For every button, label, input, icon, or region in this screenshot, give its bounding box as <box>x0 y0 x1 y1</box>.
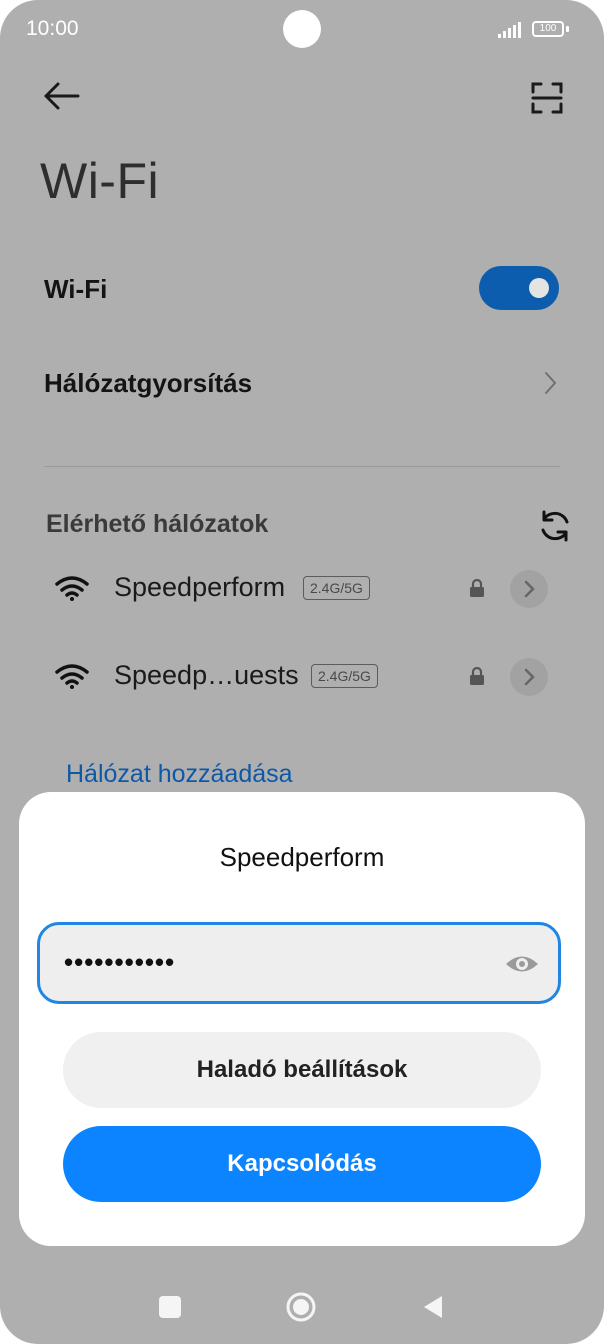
network-details-button[interactable] <box>510 658 548 696</box>
refresh-icon[interactable] <box>537 508 573 544</box>
chevron-right-icon <box>524 668 535 686</box>
password-dialog: Speedperform ••••••••••• Haladó beállítá… <box>19 792 585 1246</box>
chevron-right-icon <box>524 580 535 598</box>
phone-screen: 10:00 100 Wi-Fi Wi-Fi Hálózatgyorsítás E… <box>0 0 604 1344</box>
back-triangle-icon[interactable] <box>420 1293 446 1321</box>
lock-icon <box>470 578 484 597</box>
arrow-left-icon[interactable] <box>40 78 84 114</box>
toggle-knob <box>529 278 549 298</box>
home-circle-icon[interactable] <box>285 1291 317 1323</box>
available-networks-heading: Elérhető hálózatok <box>46 510 269 538</box>
wifi-signal-icon <box>55 664 89 689</box>
qr-scan-icon[interactable] <box>527 78 567 118</box>
page-title: Wi-Fi <box>40 153 160 209</box>
signal-bars-icon <box>498 22 521 38</box>
add-network-link[interactable]: Hálózat hozzáadása <box>66 760 293 789</box>
lock-icon <box>470 666 484 685</box>
advanced-settings-button[interactable]: Haladó beállítások <box>63 1032 541 1108</box>
network-details-button[interactable] <box>510 570 548 608</box>
connect-button[interactable]: Kapcsolódás <box>63 1126 541 1202</box>
dialog-title: Speedperform <box>219 842 385 872</box>
recents-square-icon[interactable] <box>159 1296 181 1318</box>
section-divider <box>44 466 560 467</box>
network-acceleration-item[interactable]: Hálózatgyorsítás <box>44 368 252 399</box>
password-value: ••••••••••• <box>64 947 176 977</box>
network-item[interactable]: Speedperform 2.4G/5G <box>0 560 604 620</box>
network-item[interactable]: Speedp…uests 2.4G/5G <box>0 648 604 708</box>
wifi-toggle-label: Wi-Fi <box>44 274 108 304</box>
band-badge: 2.4G/5G <box>303 576 370 600</box>
wifi-signal-icon <box>55 576 89 601</box>
front-camera <box>283 10 321 48</box>
password-input[interactable]: ••••••••••• <box>37 922 561 1004</box>
status-time: 10:00 <box>26 17 79 40</box>
eye-icon[interactable] <box>504 949 540 979</box>
band-badge: 2.4G/5G <box>311 664 378 688</box>
wifi-toggle[interactable] <box>479 266 559 310</box>
network-name: Speedperform <box>114 572 286 602</box>
battery-nub <box>566 26 569 32</box>
network-name: Speedp…uests <box>114 660 299 690</box>
battery-indicator: 100 <box>532 21 564 37</box>
chevron-right-icon <box>545 372 557 394</box>
